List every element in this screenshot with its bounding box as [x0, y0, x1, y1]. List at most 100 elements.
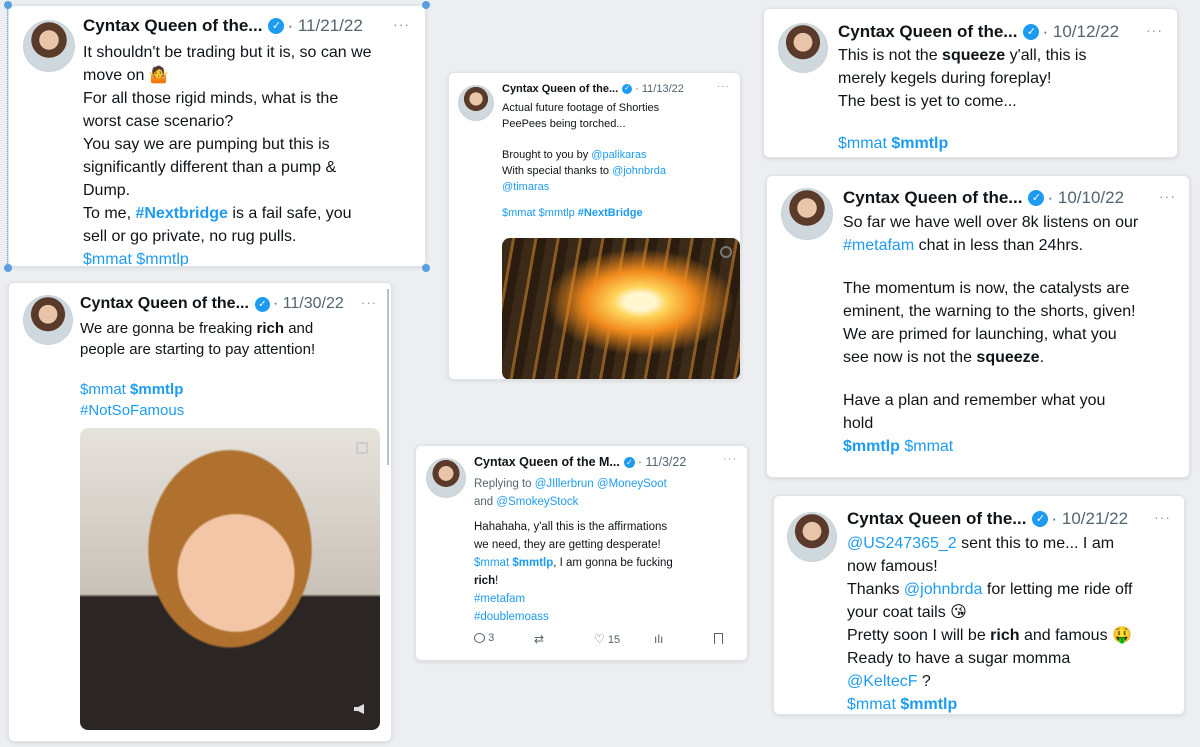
like-count: 15 [607, 634, 621, 646]
avatar[interactable] [787, 512, 837, 562]
avatar[interactable] [426, 458, 466, 498]
verified-badge-icon: ✓ [254, 296, 270, 312]
mention-link[interactable]: @johnbrda [612, 165, 666, 177]
avatar[interactable] [778, 23, 828, 73]
tweet-card-2[interactable]: Cyntax Queen of the... ✓ · 11/30/22 ··· … [8, 282, 392, 742]
mention-link[interactable]: @MoneySoot [594, 478, 667, 490]
cashtag-link[interactable]: $mmtlp [843, 438, 900, 455]
tweet-card-4[interactable]: Cyntax Queen of the M... ✓ · 11/3/22 ···… [415, 445, 748, 661]
cashtag-link[interactable]: $mmat [900, 438, 953, 455]
cashtag-link[interactable]: $mmtlp [900, 696, 957, 713]
tweet-card-1[interactable]: Cyntax Queen of the... ✓ · 11/21/22 ··· … [8, 5, 426, 267]
views-button[interactable]: ılı [654, 632, 714, 646]
more-icon[interactable]: ··· [723, 453, 737, 465]
tweet-text: We are gonna be freaking rich and people… [80, 320, 316, 421]
cashtag-links[interactable]: $mmat $mmtlp [83, 248, 372, 266]
mention-link[interactable]: @timaras [502, 179, 666, 195]
verified-badge-icon: ✓ [268, 18, 285, 34]
selection-guide [7, 6, 8, 268]
avatar[interactable] [23, 295, 73, 345]
retweet-icon: ⇄ [534, 632, 545, 646]
reply-button[interactable]: 3 [474, 632, 534, 646]
selection-handle[interactable] [4, 1, 12, 9]
tweet-text: Replying to @JIllerbrun @MoneySoot and @… [474, 475, 673, 626]
mute-icon[interactable] [354, 704, 364, 714]
tweet-card-5[interactable]: Cyntax Queen of the... ✓ · 10/12/22 ··· … [763, 8, 1178, 158]
author-name[interactable]: Cyntax Queen of the... [80, 295, 249, 313]
cashtag-link[interactable]: $mmtlp [891, 135, 948, 152]
mention-link[interactable]: @johnbrda [904, 581, 983, 598]
selection-handle[interactable] [422, 264, 430, 272]
more-icon[interactable]: ··· [717, 81, 730, 92]
media-options-icon[interactable] [720, 246, 732, 258]
retweet-button[interactable]: ⇄ [534, 632, 594, 646]
author-name[interactable]: Cyntax Queen of the... [838, 22, 1017, 42]
hashtag-link[interactable]: #doublemoass [474, 608, 673, 626]
more-icon[interactable]: ··· [361, 295, 377, 310]
cashtag-links[interactable]: $mmat $mmtlp [502, 207, 578, 219]
hashtag-link[interactable]: #metafam [843, 237, 914, 254]
more-icon[interactable]: ··· [1159, 188, 1176, 204]
reply-icon [474, 633, 485, 644]
more-icon[interactable]: ··· [1146, 22, 1163, 38]
cashtag-link[interactable]: $mmat [847, 696, 900, 713]
tweet-actions: 3 ⇄ ♡ 15 ılı [474, 632, 736, 646]
tweet-date[interactable]: · 10/10/22 [1047, 188, 1124, 208]
mention-link[interactable]: @JIllerbrun [535, 478, 594, 490]
author-name[interactable]: Cyntax Queen of the... [847, 509, 1026, 529]
mention-link[interactable]: @KeltecF [847, 673, 917, 690]
scrollbar[interactable] [387, 289, 389, 465]
tweet-text: So far we have well over 8k listens on o… [843, 214, 1139, 455]
like-icon: ♡ [594, 632, 605, 646]
tweet-header: Cyntax Queen of the... ✓ · 11/13/22 [502, 83, 684, 95]
tweet-date[interactable]: · 11/21/22 [287, 16, 362, 36]
more-icon[interactable]: ··· [1154, 509, 1171, 525]
hashtag-link[interactable]: #metafam [474, 590, 673, 608]
tweet-header: Cyntax Queen of the... ✓ · 10/10/22 [843, 188, 1124, 208]
cashtag-link[interactable]: $mmtlp [130, 381, 183, 398]
tweet-image-fire[interactable] [502, 238, 740, 379]
tweet-card-6[interactable]: Cyntax Queen of the... ✓ · 10/10/22 ··· … [766, 175, 1190, 478]
more-icon[interactable]: ··· [393, 16, 410, 32]
bookmark-button[interactable] [714, 632, 723, 646]
video-player[interactable] [80, 428, 380, 730]
tweet-date[interactable]: · 11/13/22 [635, 83, 684, 95]
tweet-card-3[interactable]: Cyntax Queen of the... ✓ · 11/13/22 ··· … [448, 72, 741, 380]
like-button[interactable]: ♡ 15 [594, 632, 654, 646]
hashtag-link[interactable]: #NotSoFamous [80, 400, 315, 421]
tweet-date[interactable]: · 10/12/22 [1042, 22, 1119, 42]
selection-handle[interactable] [422, 1, 430, 9]
video-menu-icon[interactable] [356, 442, 368, 454]
author-name[interactable]: Cyntax Queen of the... [83, 16, 262, 36]
verified-badge-icon: ✓ [1028, 190, 1045, 206]
tweet-header: Cyntax Queen of the M... ✓ · 11/3/22 [474, 455, 686, 469]
avatar[interactable] [781, 188, 833, 240]
cashtag-link[interactable]: $mmat [838, 135, 891, 152]
cashtag-link[interactable]: $mmat [474, 557, 512, 569]
selection-handle[interactable] [4, 264, 12, 272]
verified-badge-icon: ✓ [1032, 511, 1049, 527]
cashtag-link[interactable]: $mmat [80, 381, 130, 398]
verified-badge-icon: ✓ [622, 84, 633, 94]
views-icon: ılı [654, 632, 664, 646]
reply-count: 3 [488, 632, 495, 644]
mention-link[interactable]: @SmokeyStock [496, 496, 578, 508]
hashtag-link[interactable]: #Nextbridge [135, 205, 227, 222]
verified-badge-icon: ✓ [623, 456, 635, 468]
avatar[interactable] [23, 20, 75, 72]
tweet-date[interactable]: · 10/21/22 [1051, 509, 1128, 529]
author-name[interactable]: Cyntax Queen of the M... [474, 455, 620, 469]
tweet-text: Actual future footage of Shorties PeePee… [502, 102, 667, 219]
tweet-header: Cyntax Queen of the... ✓ · 10/21/22 [847, 509, 1128, 529]
author-name[interactable]: Cyntax Queen of the... [843, 188, 1022, 208]
author-name[interactable]: Cyntax Queen of the... [502, 83, 618, 95]
mention-link[interactable]: @palikaras [591, 149, 646, 161]
mention-link[interactable]: @US247365_2 [847, 535, 957, 552]
avatar[interactable] [458, 85, 494, 121]
tweet-date[interactable]: · 11/30/22 [273, 295, 344, 313]
tweet-date[interactable]: · 11/3/22 [638, 455, 686, 469]
hashtag-link[interactable]: #NextBridge [578, 207, 643, 219]
tweet-card-7[interactable]: Cyntax Queen of the... ✓ · 10/21/22 ··· … [773, 495, 1185, 715]
cashtag-link[interactable]: $mmtlp [512, 557, 553, 569]
tweet-text: This is not the squeeze y'all, this is m… [838, 47, 1087, 152]
